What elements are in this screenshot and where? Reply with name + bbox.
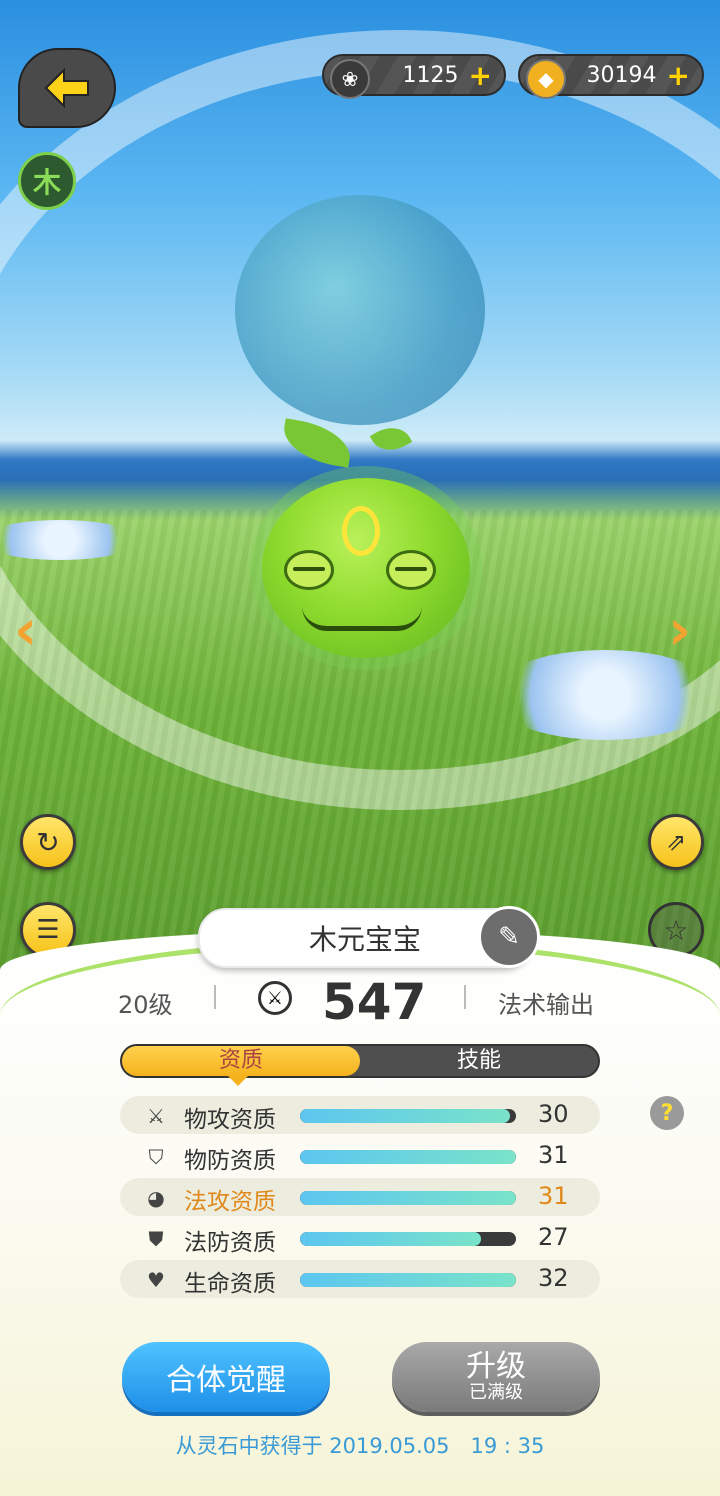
attribute-value: 31 bbox=[538, 1182, 569, 1210]
rename-button[interactable]: ✎ bbox=[478, 906, 540, 968]
attribute-value: 32 bbox=[538, 1264, 569, 1292]
attribute-row: ◕ 法攻资质 31 bbox=[120, 1178, 600, 1216]
attribute-bar bbox=[300, 1109, 516, 1123]
heart-icon: ♥ bbox=[147, 1268, 165, 1292]
upgrade-button[interactable]: 升级 已满级 bbox=[392, 1342, 600, 1412]
pet-character[interactable] bbox=[262, 478, 470, 658]
tab-aptitude[interactable]: 资质 bbox=[122, 1046, 360, 1076]
upgrade-label: 升级 bbox=[466, 1349, 526, 1384]
attribute-bar bbox=[300, 1232, 516, 1246]
magic-swirl-icon: ◕ bbox=[147, 1186, 165, 1210]
awaken-button[interactable]: 合体觉醒 bbox=[122, 1342, 330, 1412]
pet-summary-row: 20级 ⚔ 547 法术输出 bbox=[0, 973, 720, 1031]
attribute-label: 物防资质 bbox=[184, 1148, 276, 1174]
resource-amount: 1125 bbox=[402, 62, 459, 88]
active-tab-pointer bbox=[228, 1076, 248, 1086]
previous-pet-arrow[interactable]: ‹ bbox=[14, 598, 37, 663]
back-arrow-icon bbox=[44, 68, 89, 108]
share-button[interactable]: ⇗ bbox=[648, 814, 704, 870]
attribute-bar-fill bbox=[300, 1273, 516, 1287]
next-pet-arrow[interactable]: › bbox=[668, 598, 691, 663]
pet-role: 法术输出 bbox=[498, 991, 594, 1019]
pet-level: 20级 bbox=[118, 991, 173, 1019]
divider bbox=[464, 985, 466, 1009]
tab-skills[interactable]: 技能 bbox=[360, 1046, 598, 1076]
upgrade-max-level-label: 已满级 bbox=[469, 1382, 523, 1403]
planet-decoration bbox=[235, 195, 485, 425]
attribute-row: ⛉ 物防资质 31 bbox=[120, 1137, 600, 1175]
magic-shield-icon: ⛊ bbox=[148, 1227, 164, 1251]
attribute-bar-fill bbox=[300, 1109, 510, 1123]
divider bbox=[214, 985, 216, 1009]
shield-icon: ⛉ bbox=[148, 1145, 164, 1169]
attribute-label: 法防资质 bbox=[184, 1230, 276, 1256]
add-gold-button[interactable]: + bbox=[667, 59, 690, 92]
attribute-bar bbox=[300, 1191, 516, 1205]
attribute-value: 31 bbox=[538, 1141, 569, 1169]
pet-name: 木元宝宝 bbox=[308, 923, 421, 956]
attribute-bar bbox=[300, 1273, 516, 1287]
share-icon: ⇗ bbox=[665, 828, 687, 856]
attribute-bar-fill bbox=[300, 1232, 482, 1246]
attribute-bar-fill bbox=[300, 1191, 516, 1205]
pet-mouth bbox=[302, 606, 422, 631]
element-badge[interactable]: 木 bbox=[18, 152, 76, 210]
info-tabs: 资质 技能 bbox=[120, 1044, 600, 1078]
attribute-row: ♥ 生命资质 32 bbox=[120, 1260, 600, 1298]
refresh-icon: ↻ bbox=[36, 825, 60, 859]
flower-gem-icon: ❀ bbox=[330, 59, 370, 99]
attribute-label: 法攻资质 bbox=[184, 1189, 276, 1215]
refresh-button[interactable]: ↻ bbox=[20, 814, 76, 870]
acquisition-info: 从灵石中获得于 2019.05.05 19 : 35 bbox=[175, 1434, 545, 1458]
pencil-icon: ✎ bbox=[498, 922, 520, 952]
star-icon: ☆ bbox=[663, 913, 689, 947]
attribute-row: ⛊ 法防资质 27 bbox=[120, 1219, 600, 1257]
attribute-label: 生命资质 bbox=[184, 1271, 276, 1297]
back-button[interactable] bbox=[18, 48, 116, 128]
help-button[interactable]: ? bbox=[650, 1096, 684, 1130]
resource-counter-gold: ◆ 30194 + bbox=[518, 54, 704, 99]
list-icon: ☰ bbox=[36, 915, 60, 945]
combat-power-value: 547 bbox=[322, 973, 427, 1031]
pet-eye bbox=[284, 550, 334, 590]
resource-counter-gems: ❀ 1125 + bbox=[322, 54, 506, 99]
attribute-row: ⚔ 物攻资质 30 bbox=[120, 1096, 600, 1134]
resource-amount: 30194 bbox=[586, 62, 657, 88]
add-gems-button[interactable]: + bbox=[469, 59, 492, 92]
gold-crystal-icon: ◆ bbox=[526, 59, 566, 99]
pet-eye bbox=[386, 550, 436, 590]
attribute-value: 30 bbox=[538, 1100, 569, 1128]
attribute-bar-fill bbox=[300, 1150, 516, 1164]
combat-power-icon: ⚔ bbox=[258, 981, 292, 1015]
flowers-decoration bbox=[490, 650, 720, 740]
attribute-label: 物攻资质 bbox=[184, 1107, 276, 1133]
attribute-bar bbox=[300, 1150, 516, 1164]
awaken-label: 合体觉醒 bbox=[166, 1363, 286, 1398]
crossed-swords-icon: ⚔ bbox=[147, 1104, 165, 1128]
attribute-value: 27 bbox=[538, 1223, 569, 1251]
pet-forehead-mark bbox=[342, 506, 380, 556]
